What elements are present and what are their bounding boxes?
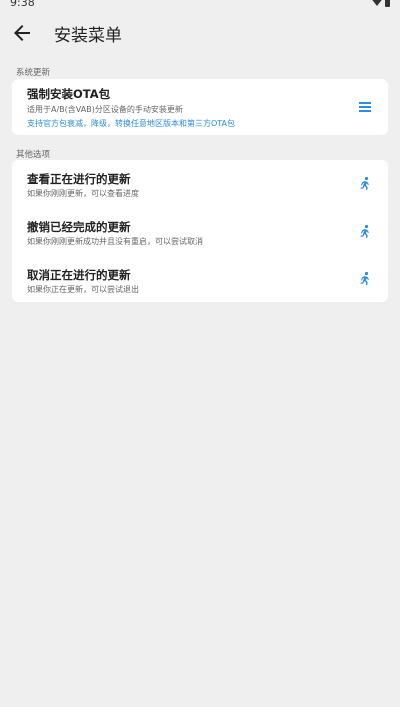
section-label-system-update: 系统更新 [16,68,51,78]
status-bar: 9:38 [0,0,400,10]
cancel-ongoing-update-item[interactable]: 取消正在进行的更新 如果你正在更新，可以尝试退出 [12,256,388,302]
cancel-ongoing-update-subtitle: 如果你正在更新，可以尝试退出 [27,285,139,294]
run-icon [357,224,373,240]
other-options-card: 查看正在进行的更新 如果你刚刚更新，可以查看进度 撤销已经完成的更新 如果你刚刚… [12,160,388,302]
menu-icon [357,99,373,115]
arrow-left-icon [14,25,30,41]
view-ongoing-update-title: 查看正在进行的更新 [27,172,131,186]
cancel-ongoing-update-title: 取消正在进行的更新 [27,268,131,282]
view-ongoing-update-subtitle: 如果你刚刚更新，可以查看进度 [27,189,139,198]
system-update-card: 强制安装OTA包 适用于A/B(含VAB)分区设备的手动安装更新 支持官方包衰减… [12,79,388,135]
force-install-ota-link[interactable]: 支持官方包衰减，降级，转换任意地区版本和第三方OTA包 [27,118,235,129]
app-bar: 安装菜单 [0,10,400,56]
revert-completed-update-title: 撤销已经完成的更新 [27,220,131,234]
run-icon [357,176,373,192]
section-label-other-options: 其他选项 [16,150,51,160]
battery-icon [385,0,390,7]
page-title: 安装菜单 [54,25,122,46]
force-install-ota-item[interactable]: 强制安装OTA包 适用于A/B(含VAB)分区设备的手动安装更新 支持官方包衰减… [12,79,388,135]
wifi-icon [372,0,382,6]
back-button[interactable] [10,21,34,45]
revert-completed-update-item[interactable]: 撤销已经完成的更新 如果你刚刚更新成功并且没有重启，可以尝试取消 [12,208,388,256]
run-icon [357,271,373,287]
status-time: 9:38 [10,0,35,9]
revert-completed-update-subtitle: 如果你刚刚更新成功并且没有重启，可以尝试取消 [27,237,203,246]
status-icons [372,0,390,7]
force-install-ota-subtitle: 适用于A/B(含VAB)分区设备的手动安装更新 [27,105,183,114]
view-ongoing-update-item[interactable]: 查看正在进行的更新 如果你刚刚更新，可以查看进度 [12,160,388,208]
force-install-ota-title: 强制安装OTA包 [27,87,111,101]
